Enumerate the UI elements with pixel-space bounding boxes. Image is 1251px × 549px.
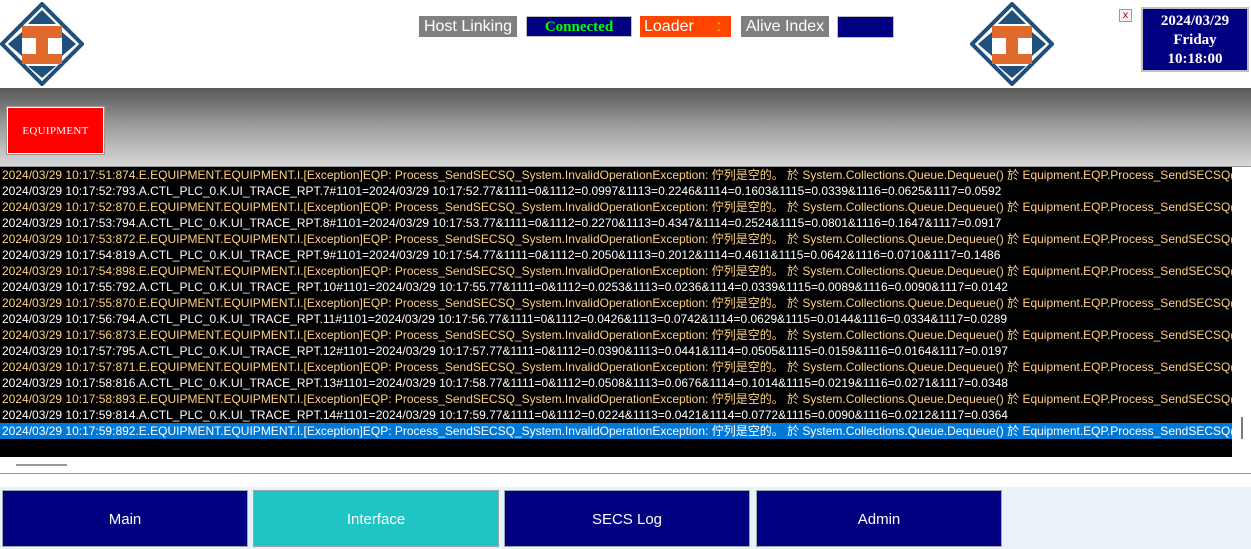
vertical-scroll-thumb[interactable] (1241, 417, 1243, 439)
datetime-clock: 2024/03/29 Friday 10:18:00 (1141, 7, 1249, 72)
equipment-button[interactable]: EQUIPMENT (7, 107, 104, 154)
loader-value: : (716, 18, 721, 35)
log-line[interactable]: 2024/03/29 10:17:58:816.A.CTL_PLC_0.K.UI… (0, 375, 1232, 391)
nav-main-button[interactable]: Main (2, 490, 248, 547)
equipment-band (0, 88, 1251, 166)
close-icon[interactable]: x (1119, 9, 1132, 22)
log-line[interactable]: 2024/03/29 10:17:59:814.A.CTL_PLC_0.K.UI… (0, 407, 1232, 423)
log-line[interactable]: 2024/03/29 10:17:55:792.A.CTL_PLC_0.K.UI… (0, 279, 1232, 295)
log-line[interactable]: 2024/03/29 10:17:52:870.E.EQUIPMENT.EQUI… (0, 199, 1232, 215)
header-bar: Host Linking Connected Loader : Alive In… (0, 0, 1251, 88)
horizontal-scroll-thumb[interactable] (16, 464, 67, 466)
log-panel: 2024/03/29 10:17:51:874.E.EQUIPMENT.EQUI… (0, 166, 1251, 474)
log-line[interactable]: 2024/03/29 10:17:52:793.A.CTL_PLC_0.K.UI… (0, 183, 1232, 199)
log-line[interactable]: 2024/03/29 10:17:56:794.A.CTL_PLC_0.K.UI… (0, 311, 1232, 327)
log-line[interactable]: 2024/03/29 10:17:54:898.E.EQUIPMENT.EQUI… (0, 263, 1232, 279)
log-line[interactable]: 2024/03/29 10:17:57:871.E.EQUIPMENT.EQUI… (0, 359, 1232, 375)
bottom-nav: Main Interface SECS Log Admin (0, 487, 1251, 549)
company-logo-icon (970, 2, 1054, 86)
alive-index-label: Alive Index (741, 16, 829, 37)
log-line[interactable]: 2024/03/29 10:17:53:794.A.CTL_PLC_0.K.UI… (0, 215, 1232, 231)
host-connection-status: Connected (526, 16, 632, 37)
log-line[interactable]: 2024/03/29 10:17:55:870.E.EQUIPMENT.EQUI… (0, 295, 1232, 311)
nav-secs-log-button[interactable]: SECS Log (504, 490, 750, 547)
log-line[interactable]: 2024/03/29 10:17:57:795.A.CTL_PLC_0.K.UI… (0, 343, 1232, 359)
nav-interface-button[interactable]: Interface (253, 490, 499, 547)
loader-status: Loader : (640, 16, 731, 37)
clock-time: 10:18:00 (1167, 51, 1223, 67)
company-logo-icon (0, 2, 84, 86)
log-line[interactable]: 2024/03/29 10:17:56:873.E.EQUIPMENT.EQUI… (0, 327, 1232, 343)
log-line[interactable]: 2024/03/29 10:17:58:893.E.EQUIPMENT.EQUI… (0, 391, 1232, 407)
loader-label: Loader (644, 18, 694, 35)
log-line-selected[interactable]: 2024/03/29 10:17:59:892.E.EQUIPMENT.EQUI… (0, 423, 1232, 439)
alive-index-value (837, 16, 894, 38)
host-linking-label: Host Linking (419, 16, 517, 37)
nav-admin-button[interactable]: Admin (756, 490, 1002, 547)
log-line[interactable]: 2024/03/29 10:17:51:874.E.EQUIPMENT.EQUI… (0, 167, 1232, 183)
log-list[interactable]: 2024/03/29 10:17:51:874.E.EQUIPMENT.EQUI… (0, 167, 1232, 457)
vertical-scrollbar[interactable] (1234, 167, 1250, 457)
clock-date: 2024/03/29 (1160, 13, 1230, 29)
horizontal-scrollbar[interactable] (0, 457, 1232, 473)
log-line[interactable]: 2024/03/29 10:17:53:872.E.EQUIPMENT.EQUI… (0, 231, 1232, 247)
log-line[interactable]: 2024/03/29 10:17:54:819.A.CTL_PLC_0.K.UI… (0, 247, 1232, 263)
clock-weekday: Friday (1173, 32, 1217, 48)
